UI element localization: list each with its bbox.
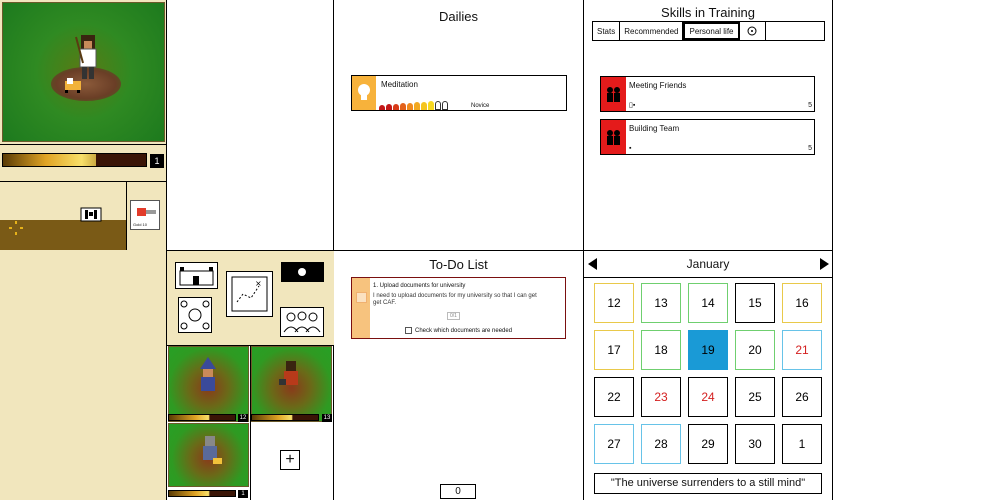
meditation-icon (352, 76, 376, 110)
add-pet-button[interactable]: + (280, 450, 300, 470)
hero-level-badge: 1 (150, 154, 164, 168)
skill-item[interactable]: Meeting Friends ▯▪ 5 (600, 76, 815, 112)
calendar-day[interactable]: 15 (735, 283, 775, 323)
chest-icon[interactable] (80, 206, 102, 222)
tab-add[interactable] (740, 22, 766, 40)
vertical-divider (583, 0, 584, 500)
pet-level-badge: 13 (322, 414, 332, 422)
skill-count: 5 (808, 145, 812, 152)
tab-personal-life[interactable]: Personal life (683, 22, 740, 40)
next-month-arrow-icon[interactable] (820, 258, 829, 270)
skill-name: Building Team (629, 124, 680, 133)
room-wall (126, 182, 127, 250)
right-border (832, 0, 833, 500)
knight-sprite (203, 436, 222, 464)
wizard-sprite (200, 357, 216, 391)
doc-icon: ▪ (629, 145, 632, 152)
inventory-room: Gold 10 (0, 182, 167, 250)
skill-name: Meeting Friends (629, 81, 687, 90)
calendar-day[interactable]: 26 (782, 377, 822, 417)
skills-tabs: Stats Recommended Personal life (592, 21, 825, 41)
calendar-grid: 12 13 14 15 16 17 18 19 20 21 22 23 24 25 26 27 28 29 30 1 (594, 283, 822, 467)
calendar-day[interactable]: 19 (688, 330, 728, 370)
checklist-count-badge[interactable]: 0/1 (447, 312, 460, 320)
daily-item[interactable]: Meditation Novice (351, 75, 567, 111)
hero-avatar[interactable] (2, 2, 165, 142)
left-border (166, 0, 167, 500)
sparkle-icon (9, 221, 23, 235)
chainsaw-item-button[interactable]: Gold 10 (130, 200, 160, 230)
todo-counter[interactable]: 0 (440, 484, 476, 499)
group-icon[interactable] (280, 307, 324, 337)
experience-bar (2, 153, 147, 167)
pirate-flag-icon[interactable] (281, 262, 324, 282)
dailies-title: Dailies (438, 9, 478, 24)
pet-card[interactable] (168, 346, 249, 422)
pet-divider (167, 345, 333, 346)
calendar-day[interactable]: 18 (641, 330, 681, 370)
pet-card[interactable] (251, 346, 332, 422)
map-icon[interactable]: × (226, 271, 273, 317)
cat-pet-sprite (65, 78, 81, 93)
pet-card[interactable] (168, 423, 249, 487)
divider (0, 144, 167, 145)
calendar-day[interactable]: 30 (735, 424, 775, 464)
plus-icon: + (285, 451, 295, 468)
calendar-month: January (686, 257, 730, 271)
checklist-checkbox[interactable] (405, 327, 412, 334)
todo-checkbox[interactable] (356, 292, 367, 303)
character-sprite (75, 35, 97, 79)
calendar-day[interactable]: 22 (594, 377, 634, 417)
checklist-item[interactable]: Check which documents are needed (405, 327, 512, 334)
todo-title: To-Do List (429, 257, 488, 272)
pet-level-badge: 1 (238, 490, 248, 498)
chainsaw-icon (137, 208, 156, 216)
skill-item[interactable]: Building Team ▪ 5 (600, 119, 815, 155)
calendar-day[interactable]: 17 (594, 330, 634, 370)
target-icon (747, 26, 757, 36)
calendar-day[interactable]: 27 (594, 424, 634, 464)
checklist-text: Check which documents are needed (415, 327, 513, 334)
pet-level-badge: 12 (238, 414, 248, 422)
calendar-day[interactable]: 28 (641, 424, 681, 464)
friends-icon (601, 77, 626, 111)
calendar-day[interactable]: 25 (735, 377, 775, 417)
svg-text:×: × (255, 279, 262, 288)
calendar-day[interactable]: 1 (782, 424, 822, 464)
calendar-day[interactable]: 13 (641, 283, 681, 323)
tab-stats[interactable]: Stats (593, 22, 621, 40)
calendar-day[interactable]: 29 (688, 424, 728, 464)
adventurer-sprite (279, 361, 298, 385)
daily-name: Meditation (381, 80, 418, 89)
team-icon (601, 120, 626, 154)
skills-title: Skills in Training (661, 5, 755, 20)
doc-icon: ▯▪ (629, 102, 636, 109)
calendar-divider (584, 277, 832, 278)
streak-bars (379, 100, 448, 110)
pet-level-bar (251, 414, 319, 421)
calendar-day[interactable]: 16 (782, 283, 822, 323)
calendar-day[interactable]: 21 (782, 330, 822, 370)
skill-count: 5 (808, 102, 812, 109)
pet-level-bar (168, 490, 236, 497)
todo-item[interactable]: 1. Upload documents for university I nee… (351, 277, 566, 339)
daily-rank: Novice (471, 103, 490, 109)
left-panel: 1 Gold 10 (0, 0, 167, 500)
castle-icon[interactable] (175, 262, 218, 289)
todo-color-strip (352, 278, 370, 338)
calendar-day[interactable]: 12 (594, 283, 634, 323)
calendar-day[interactable]: 14 (688, 283, 728, 323)
todo-description: I need to upload documents for my univer… (373, 293, 537, 306)
calendar-day[interactable]: 20 (735, 330, 775, 370)
vertical-divider (333, 0, 334, 500)
tab-recommended[interactable]: Recommended (620, 22, 684, 40)
daily-quote: "The universe surrenders to a still mind… (594, 473, 822, 494)
item-label: Gold 10 (133, 222, 148, 227)
calendar-day[interactable]: 23 (641, 377, 681, 417)
pet-level-bar (168, 414, 236, 421)
todo-title-text: 1. Upload documents for university (373, 283, 466, 289)
pet-divider (250, 345, 251, 500)
calendar-day[interactable]: 24 (688, 377, 728, 417)
social-network-icon[interactable] (178, 297, 212, 333)
